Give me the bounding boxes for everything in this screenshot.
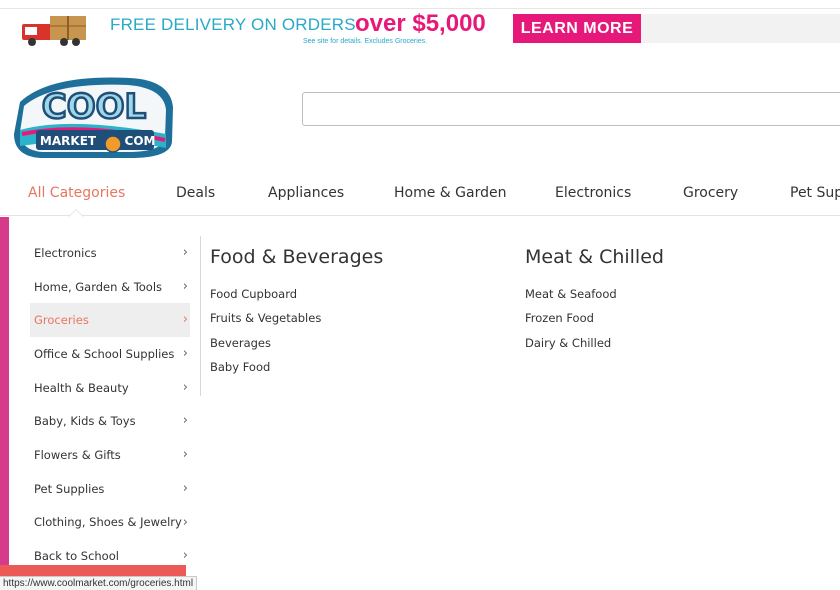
nav-pet-supplies[interactable]: Pet Sup: [790, 185, 840, 201]
nav-home-garden[interactable]: Home & Garden: [394, 185, 506, 201]
chevron-right-icon: ›: [182, 346, 188, 362]
promo-text: FREE DELIVERY ON ORDERS: [110, 15, 356, 34]
sidebar-item-flowers-gifts[interactable]: Flowers & Gifts ›: [30, 438, 190, 472]
sidebar-item-label: Back to School: [34, 549, 119, 564]
chevron-right-icon: ›: [182, 480, 188, 496]
delivery-truck-icon: [22, 16, 86, 46]
nav-all-categories[interactable]: All Categories: [28, 185, 125, 201]
sidebar-item-label: Groceries: [34, 313, 89, 328]
chevron-right-icon: ›: [182, 514, 188, 530]
submenu-link[interactable]: Fruits & Vegetables: [210, 310, 383, 334]
top-border: [0, 0, 840, 9]
submenu-link[interactable]: Food Cupboard: [210, 286, 383, 310]
chevron-right-icon: ›: [182, 548, 188, 564]
sidebar-item-label: Pet Supplies: [34, 481, 105, 496]
sidebar-item-office-school[interactable]: Office & School Supplies ›: [30, 337, 190, 371]
chevron-right-icon: ›: [182, 413, 188, 429]
submenu-link[interactable]: Meat & Seafood: [525, 286, 664, 310]
sidebar-item-label: Office & School Supplies: [34, 346, 175, 361]
sidebar-item-home-garden-tools[interactable]: Home, Garden & Tools ›: [30, 270, 190, 304]
sidebar-item-label: Clothing, Shoes & Jewelry: [34, 515, 182, 530]
main-nav: All Categories Deals Appliances Home & G…: [0, 172, 840, 217]
chevron-right-icon: ›: [182, 379, 188, 395]
sidebar-item-clothing[interactable]: Clothing, Shoes & Jewelry ›: [30, 506, 190, 540]
svg-text:COM: COM: [125, 134, 156, 148]
search-input[interactable]: [302, 92, 840, 126]
submenu-column-meat-chilled: Meat & Chilled Meat & Seafood Frozen Foo…: [525, 246, 664, 359]
promo-banner: FREE DELIVERY ON ORDERS over $5,000 See …: [0, 9, 840, 49]
svg-text:MARKET: MARKET: [40, 134, 97, 148]
sidebar-item-label: Health & Beauty: [34, 380, 129, 395]
coolmarket-logo[interactable]: COOL MARKET COM: [10, 72, 176, 164]
submenu-heading[interactable]: Food & Beverages: [210, 246, 383, 268]
sidebar-item-health-beauty[interactable]: Health & Beauty ›: [30, 371, 190, 405]
sidebar-item-pet-supplies[interactable]: Pet Supplies ›: [30, 472, 190, 506]
svg-text:COOL: COOL: [42, 87, 146, 127]
submenu-heading[interactable]: Meat & Chilled: [525, 246, 664, 268]
sidebar-item-groceries[interactable]: Groceries ›: [30, 303, 190, 338]
nav-deals[interactable]: Deals: [176, 185, 215, 201]
submenu-link[interactable]: Beverages: [210, 335, 383, 359]
chevron-right-icon: ›: [182, 245, 188, 260]
submenu-link[interactable]: Baby Food: [210, 359, 383, 383]
status-bar-url: https://www.coolmarket.com/groceries.htm…: [0, 576, 198, 590]
promo-strip: [641, 14, 840, 43]
sidebar-item-label: Home, Garden & Tools: [34, 279, 163, 294]
dropdown-caret-icon: [68, 209, 84, 217]
chevron-right-icon: ›: [182, 312, 188, 328]
sidebar-item-label: Electronics: [34, 245, 97, 260]
submenu-link[interactable]: Frozen Food: [525, 310, 664, 334]
chevron-right-icon: ›: [182, 278, 188, 294]
sidebar-item-label: Flowers & Gifts: [34, 447, 121, 462]
sidebar-item-label: Baby, Kids & Toys: [34, 414, 136, 429]
learn-more-button[interactable]: LEARN MORE: [513, 14, 641, 43]
sidebar-item-baby-kids-toys[interactable]: Baby, Kids & Toys ›: [30, 404, 190, 438]
nav-electronics[interactable]: Electronics: [555, 185, 631, 201]
category-sidebar: Electronics › Home, Garden & Tools › Gro…: [30, 236, 190, 573]
category-menu-accent: [0, 217, 9, 590]
sidebar-item-electronics[interactable]: Electronics ›: [30, 236, 190, 270]
promo-highlight: over $5,000: [355, 10, 486, 37]
nav-grocery[interactable]: Grocery: [683, 185, 738, 201]
submenu-link[interactable]: Dairy & Chilled: [525, 335, 664, 359]
submenu-column-food-beverages: Food & Beverages Food Cupboard Fruits & …: [210, 246, 383, 383]
nav-appliances[interactable]: Appliances: [268, 185, 344, 201]
submenu-divider: [200, 236, 201, 396]
promo-fine-print: See site for details. Excludes Groceries…: [303, 38, 428, 45]
chevron-right-icon: ›: [182, 447, 188, 463]
